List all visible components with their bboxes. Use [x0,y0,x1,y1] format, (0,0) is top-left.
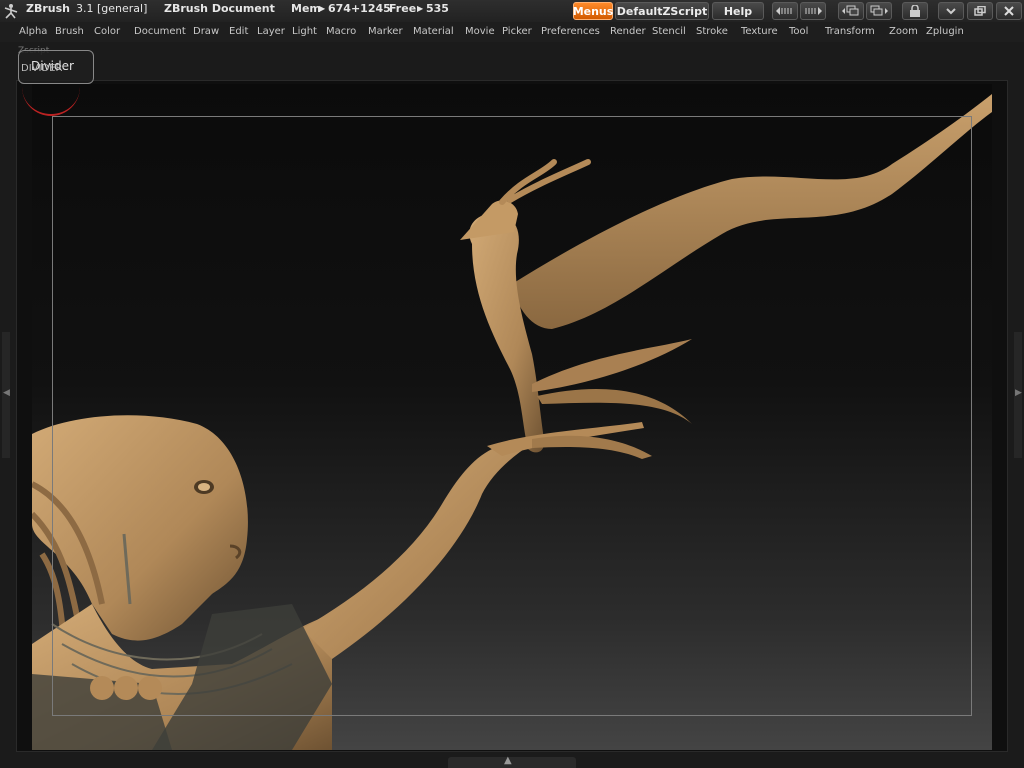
menu-preferences[interactable]: Preferences [541,26,600,37]
mem-label: Mem [291,2,321,15]
zbrush-logo-icon [4,4,18,19]
menu-picker[interactable]: Picker [502,26,532,37]
mem-value: 674+1245 [328,2,391,15]
right-tray-arrow-icon: ▶ [1015,388,1022,398]
document-name: ZBrush Document [164,2,275,15]
left-tray-arrow-icon: ◀ [3,388,10,398]
document-canvas[interactable] [32,84,992,750]
menu-stroke[interactable]: Stroke [696,26,728,37]
lock-icon[interactable] [902,2,928,20]
free-arrow-icon: ▶ [417,4,424,13]
default-zscript-button[interactable]: DefaultZScript [615,2,709,20]
menu-color[interactable]: Color [94,26,120,37]
menu-material[interactable]: Material [413,26,454,37]
right-tray-handle[interactable]: ▶ [1014,332,1022,458]
menu-tool[interactable]: Tool [789,26,808,37]
menu-brush[interactable]: Brush [55,26,84,37]
menu-render[interactable]: Render [610,26,646,37]
menu-movie[interactable]: Movie [465,26,495,37]
scroll-left-icon[interactable] [772,2,798,20]
mem-arrow-icon: ▶ [319,4,326,13]
free-label: Free [389,2,417,15]
menu-bar: Alpha Brush Color Document Draw Edit Lay… [0,22,1024,42]
menus-button[interactable]: Menus [573,2,613,20]
menu-light[interactable]: Light [292,26,317,37]
menu-zoom[interactable]: Zoom [889,26,918,37]
document-frame [52,116,972,716]
menu-draw[interactable]: Draw [193,26,219,37]
bottom-tray-arrow-icon: ▲ [504,755,512,766]
tray-right-icon[interactable] [866,2,892,20]
divider-tooltip: DIVIDER Divider [18,50,94,84]
free-value: 535 [426,2,449,15]
menu-alpha[interactable]: Alpha [19,26,47,37]
menu-transform[interactable]: Transform [825,26,875,37]
menu-document[interactable]: Document [134,26,186,37]
minimize-icon[interactable] [938,2,964,20]
menu-marker[interactable]: Marker [368,26,403,37]
menu-zplugin[interactable]: Zplugin [926,26,964,37]
app-version: 3.1 [general] [76,2,148,15]
menu-macro[interactable]: Macro [326,26,356,37]
help-button[interactable]: Help [712,2,764,20]
restore-icon[interactable] [967,2,993,20]
divider-ghost-label: DIVIDER [21,63,63,74]
menu-edit[interactable]: Edit [229,26,248,37]
close-icon[interactable] [996,2,1022,20]
menu-stencil[interactable]: Stencil [652,26,686,37]
menu-texture[interactable]: Texture [741,26,778,37]
scroll-right-icon[interactable] [800,2,826,20]
tray-left-icon[interactable] [838,2,864,20]
menu-layer[interactable]: Layer [257,26,285,37]
left-tray-handle[interactable]: ◀ [2,332,10,458]
app-name: ZBrush [26,2,70,15]
title-bar: ZBrush 3.1 [general] ZBrush Document Mem… [0,0,1024,22]
bottom-tray-handle[interactable]: ▲ [448,755,576,768]
